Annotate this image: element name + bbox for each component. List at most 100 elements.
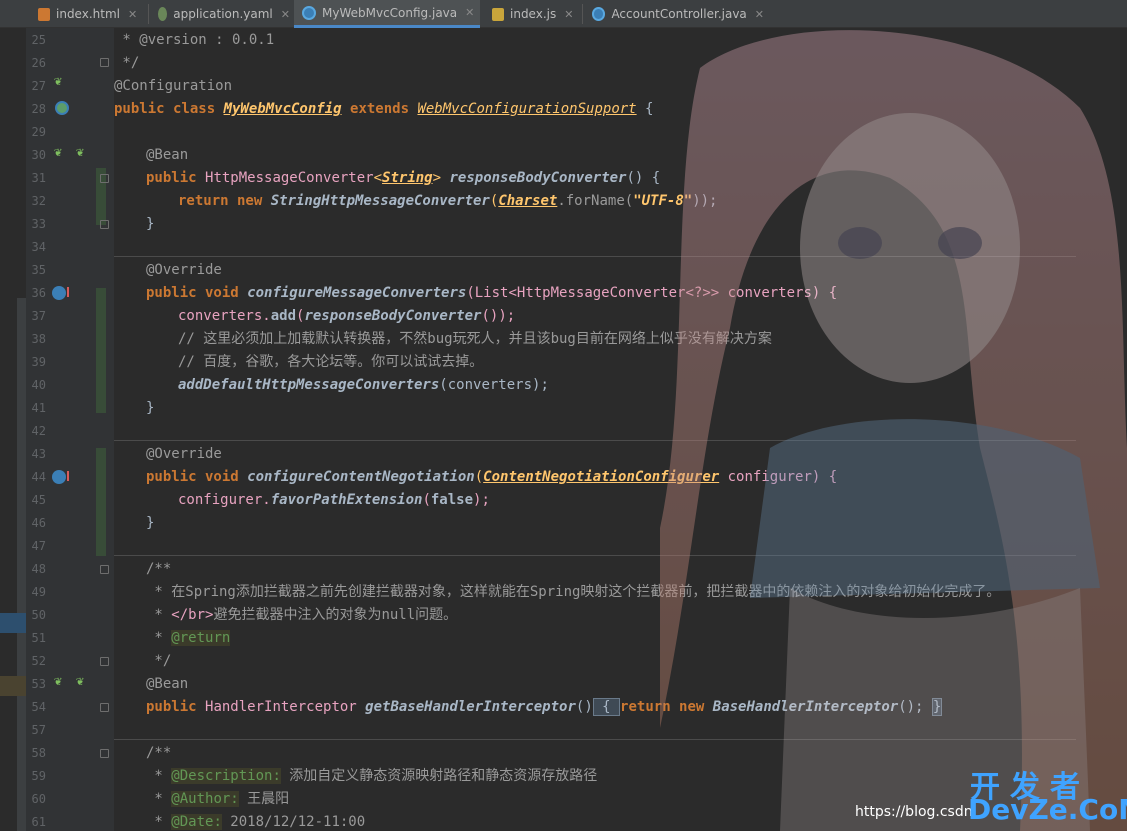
code-line[interactable]: */ xyxy=(114,52,139,75)
code-line[interactable]: converters.add(responseBodyConverter()); xyxy=(114,305,515,328)
line-number: 48 xyxy=(31,562,46,576)
line-number: 26 xyxy=(31,56,46,70)
fold-marker[interactable] xyxy=(100,749,109,758)
tab-mywebmvcconfig-java[interactable]: MyWebMvcConfig.java ✕ xyxy=(294,0,480,28)
code-line[interactable]: configurer.favorPathExtension(false); xyxy=(114,489,490,512)
tab-label: AccountController.java xyxy=(611,7,747,21)
code-line[interactable]: @Configuration xyxy=(114,75,232,98)
line-number: 29 xyxy=(31,125,46,139)
method-call: addDefaultHttpMessageConverters xyxy=(178,377,440,393)
close-icon[interactable]: ✕ xyxy=(564,8,573,21)
spring-leaf-icon[interactable]: ❦ xyxy=(76,145,84,160)
code-line[interactable]: */ xyxy=(114,650,171,673)
tab-label: MyWebMvcConfig.java xyxy=(322,5,458,20)
type-name: ContentNegotiationConfigurer xyxy=(483,469,720,485)
line-number: 35 xyxy=(31,263,46,277)
folded-region[interactable]: { xyxy=(592,698,621,716)
method-name: getBaseHandlerInterceptor xyxy=(356,699,576,715)
line-number: 59 xyxy=(31,769,46,783)
line-number: 31 xyxy=(31,171,46,185)
tab-index-js[interactable]: index.js ✕ xyxy=(484,0,580,28)
vcs-change-bar[interactable] xyxy=(96,448,106,556)
annotation-text: @Configuration xyxy=(114,78,233,94)
folded-region[interactable]: } xyxy=(931,698,943,716)
code-line[interactable]: * @return xyxy=(114,627,231,650)
method-separator xyxy=(114,555,1076,556)
tab-index-html[interactable]: index.html ✕ xyxy=(30,0,148,28)
code-line[interactable]: public HttpMessageConverter<String> resp… xyxy=(114,167,660,190)
code-line[interactable]: addDefaultHttpMessageConverters(converte… xyxy=(114,374,549,397)
parameters: configurer) { xyxy=(719,469,838,485)
override-method-icon[interactable] xyxy=(52,470,66,484)
close-icon[interactable]: ✕ xyxy=(755,8,764,21)
code-line[interactable]: // 百度，谷歌，各大论坛等。你可以试试去掉。 xyxy=(114,351,483,374)
code-line[interactable]: /** xyxy=(114,742,171,765)
punctuation: (); xyxy=(898,699,932,715)
line-number: 47 xyxy=(31,539,46,553)
code-line[interactable]: public void configureContentNegotiation(… xyxy=(114,466,837,489)
code-line[interactable]: /** xyxy=(114,558,171,581)
code-line[interactable]: @Bean xyxy=(114,673,188,696)
code-line[interactable]: * @Author: 王晨阳 xyxy=(114,788,289,811)
comment-text: * @version : 0.0.1 xyxy=(114,32,275,48)
comment-text: * xyxy=(146,768,172,784)
line-number: 32 xyxy=(31,194,46,208)
code-line[interactable]: public void configureMessageConverters(L… xyxy=(114,282,837,305)
code-line[interactable]: } xyxy=(114,512,154,535)
class-name: MyWebMvcConfig xyxy=(223,101,342,117)
doc-tag: @Date: xyxy=(171,814,222,830)
line-number: 60 xyxy=(31,792,46,806)
keyword: public xyxy=(146,170,206,186)
fold-marker[interactable] xyxy=(100,174,109,183)
code-line[interactable]: @Override xyxy=(114,259,222,282)
spring-leaf-icon[interactable]: ❦ xyxy=(76,674,84,689)
override-arrow-icon xyxy=(67,471,69,481)
code-line[interactable]: public class MyWebMvcConfig extends WebM… xyxy=(114,98,653,121)
code-line[interactable]: @Override xyxy=(114,443,222,466)
line-number: 37 xyxy=(31,309,46,323)
close-icon[interactable]: ✕ xyxy=(128,8,137,21)
fold-marker[interactable] xyxy=(100,220,109,229)
code-line[interactable]: public HandlerInterceptor getBaseHandler… xyxy=(114,696,943,719)
comment-text: * xyxy=(146,630,172,646)
js-file-icon xyxy=(492,7,504,21)
code-line[interactable]: return new StringHttpMessageConverter(Ch… xyxy=(114,190,718,213)
doc-tag: @return xyxy=(171,630,231,646)
fold-marker[interactable] xyxy=(100,565,109,574)
html-file-icon xyxy=(38,7,50,21)
code-line[interactable]: } xyxy=(114,213,154,236)
code-line[interactable]: * </br>避免拦截器中注入的对象为null问题。 xyxy=(114,604,457,627)
spring-leaf-icon[interactable]: ❦ xyxy=(54,74,62,89)
annotation-text: @Override xyxy=(146,446,222,462)
tab-accountcontroller-java[interactable]: AccountController.java ✕ xyxy=(584,0,764,28)
type-name: HandlerInterceptor xyxy=(205,699,357,715)
method-separator xyxy=(114,256,1076,257)
spring-bean-method-icon[interactable]: ❦ xyxy=(54,145,62,160)
doc-tag: @Description: xyxy=(171,768,281,784)
line-number: 34 xyxy=(31,240,46,254)
spring-bean-icon[interactable] xyxy=(55,101,69,115)
vcs-change-bar[interactable] xyxy=(96,288,106,413)
annotation-text: @Bean xyxy=(146,676,189,692)
keyword: public xyxy=(146,699,206,715)
vertical-scrollbar[interactable] xyxy=(17,298,26,831)
code-line[interactable]: * 在Spring添加拦截器之前先创建拦截器对象，这样就能在Spring映射这个… xyxy=(114,581,1000,604)
spring-bean-method-icon[interactable]: ❦ xyxy=(54,674,62,689)
tab-application-yaml[interactable]: application.yaml ✕ xyxy=(150,0,290,28)
close-icon[interactable]: ✕ xyxy=(281,8,290,21)
code-line[interactable]: * @Date: 2018/12/12-11:00 xyxy=(114,811,365,831)
code-line[interactable]: * @Description: 添加自定义静态资源映射路径和静态资源存放路径 xyxy=(114,765,597,788)
fold-marker[interactable] xyxy=(100,58,109,67)
code-line[interactable]: * @version : 0.0.1 xyxy=(114,29,274,52)
code-line[interactable]: @Bean xyxy=(114,144,188,167)
fold-expand-marker[interactable] xyxy=(100,703,109,712)
code-line[interactable]: } xyxy=(114,397,154,420)
code-editor[interactable]: 25 26 27 28 29 30 31 32 33 34 35 36 37 3… xyxy=(0,28,1127,831)
method-call: add xyxy=(270,308,297,324)
code-line[interactable]: // 这里必须加上加载默认转换器，不然bug玩死人，并且该bug目前在网络上似乎… xyxy=(114,328,772,351)
fold-marker[interactable] xyxy=(100,657,109,666)
keyword: public void xyxy=(146,469,248,485)
close-icon[interactable]: ✕ xyxy=(465,6,474,19)
override-method-icon[interactable] xyxy=(52,286,66,300)
selection-marker xyxy=(0,613,26,633)
